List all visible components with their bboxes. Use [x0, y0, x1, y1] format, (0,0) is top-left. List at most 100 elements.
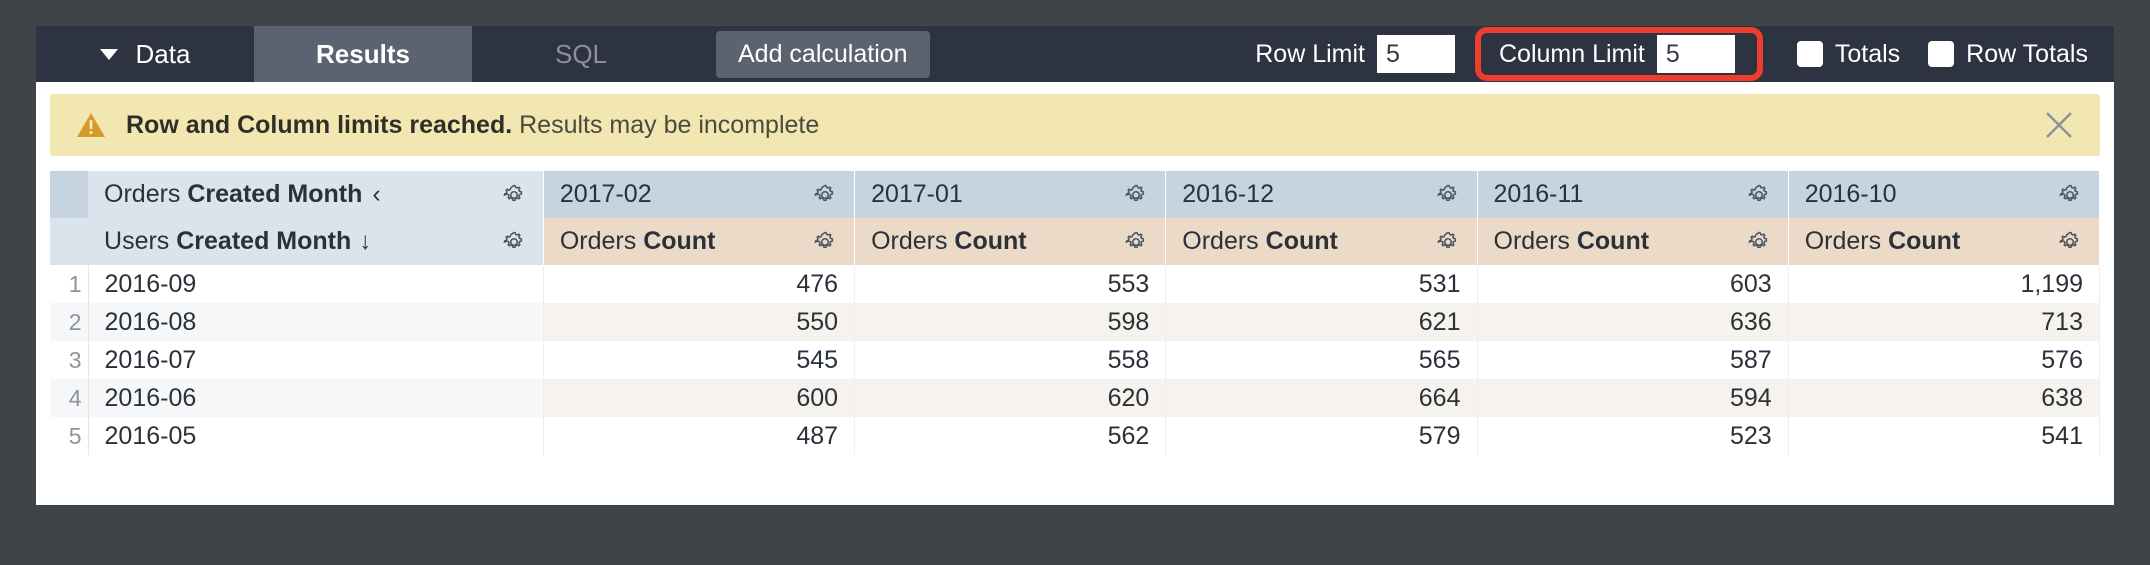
row-limit-input[interactable]	[1377, 35, 1455, 73]
pivot-column-header[interactable]: 2017-01	[855, 171, 1166, 218]
gear-icon[interactable]	[501, 182, 527, 208]
cell-value[interactable]: 553	[855, 265, 1166, 303]
row-dimension-value[interactable]: 2016-09	[88, 265, 543, 303]
gear-icon[interactable]	[1123, 229, 1149, 255]
totals-checkbox[interactable]	[1797, 41, 1823, 67]
gear-icon[interactable]	[1746, 229, 1772, 255]
cell-value[interactable]: 587	[1477, 341, 1788, 379]
measure-prefix: Orders	[1182, 227, 1265, 255]
column-limit-highlight: Column Limit	[1475, 27, 1763, 81]
results-toolbar: Data Results SQL Add calculation Row Lim…	[36, 26, 2114, 82]
table-row[interactable]: 3 2016-07 545 558 565 587 576	[50, 341, 2100, 379]
measure-header-text: Orders Count	[1494, 227, 1650, 256]
gear-icon[interactable]	[501, 229, 527, 255]
cell-value[interactable]: 562	[855, 417, 1166, 455]
cell-value[interactable]: 545	[543, 341, 854, 379]
gear-icon[interactable]	[2057, 229, 2083, 255]
measure-bold: Count	[1577, 227, 1649, 255]
tab-results[interactable]: Results	[254, 26, 472, 82]
gear-icon[interactable]	[812, 229, 838, 255]
cell-value[interactable]: 638	[1788, 379, 2099, 417]
measure-header-text: Orders Count	[560, 227, 716, 256]
measure-header[interactable]: Orders Count	[543, 218, 854, 265]
cell-value[interactable]: 476	[543, 265, 854, 303]
banner-message-rest: Results may be incomplete	[512, 111, 819, 139]
pivot-column-label: 2016-10	[1805, 180, 1897, 209]
measure-header[interactable]: Orders Count	[1788, 218, 2099, 265]
cell-value[interactable]: 523	[1477, 417, 1788, 455]
measure-header-row: Users Created Month↓ Orders Count Orders…	[50, 218, 2100, 265]
table-row[interactable]: 2 2016-08 550 598 621 636 713	[50, 303, 2100, 341]
pivot-column-header[interactable]: 2017-02	[543, 171, 854, 218]
row-dimension-value[interactable]: 2016-06	[88, 379, 543, 417]
table-row[interactable]: 4 2016-06 600 620 664 594 638	[50, 379, 2100, 417]
row-limit-label: Row Limit	[1255, 40, 1365, 69]
gear-icon[interactable]	[1746, 182, 1772, 208]
table-row[interactable]: 5 2016-05 487 562 579 523 541	[50, 417, 2100, 455]
results-grid: Orders Created Month‹ 2017-02 2017-01	[50, 170, 2100, 455]
pivot-column-header[interactable]: 2016-12	[1166, 171, 1477, 218]
row-number: 2	[50, 303, 88, 341]
row-totals-checkbox[interactable]	[1928, 41, 1954, 67]
gear-icon[interactable]	[812, 182, 838, 208]
measure-header-text: Orders Count	[871, 227, 1027, 256]
measure-header-text: Orders Count	[1805, 227, 1961, 256]
cell-value[interactable]: 594	[1477, 379, 1788, 417]
add-calculation-button[interactable]: Add calculation	[716, 31, 930, 78]
cell-value[interactable]: 541	[1788, 417, 2099, 455]
gear-icon[interactable]	[1435, 182, 1461, 208]
column-limit-input[interactable]	[1657, 35, 1735, 73]
cell-value[interactable]: 600	[543, 379, 854, 417]
table-header: Orders Created Month‹ 2017-02 2017-01	[50, 171, 2100, 265]
sort-descending-icon[interactable]: ↓	[359, 228, 371, 256]
table-body: 1 2016-09 476 553 531 603 1,199 2 2016-0…	[50, 265, 2100, 455]
toolbar-right-controls: Row Limit Column Limit Totals Row Totals	[1241, 26, 2114, 82]
measure-bold: Count	[643, 227, 715, 255]
cell-value[interactable]: 636	[1477, 303, 1788, 341]
cell-value[interactable]: 603	[1477, 265, 1788, 303]
measure-prefix: Orders	[1805, 227, 1888, 255]
cell-value[interactable]: 576	[1788, 341, 2099, 379]
cell-value[interactable]: 579	[1166, 417, 1477, 455]
pivot-column-label: 2017-02	[560, 180, 652, 209]
cell-value[interactable]: 664	[1166, 379, 1477, 417]
cell-value[interactable]: 550	[543, 303, 854, 341]
row-dimension-header[interactable]: Users Created Month↓	[88, 218, 543, 265]
measure-header[interactable]: Orders Count	[1477, 218, 1788, 265]
totals-checkbox-group[interactable]: Totals	[1797, 40, 1900, 69]
cell-value[interactable]: 713	[1788, 303, 2099, 341]
row-number: 1	[50, 265, 88, 303]
cell-value[interactable]: 621	[1166, 303, 1477, 341]
close-icon[interactable]	[2044, 110, 2074, 140]
cell-value[interactable]: 487	[543, 417, 854, 455]
pivot-dimension-header[interactable]: Orders Created Month‹	[88, 171, 543, 218]
pivot-column-header[interactable]: 2016-11	[1477, 171, 1788, 218]
row-dimension-value[interactable]: 2016-05	[88, 417, 543, 455]
gear-icon[interactable]	[1123, 182, 1149, 208]
cell-value[interactable]: 558	[855, 341, 1166, 379]
tab-data[interactable]: Data	[36, 26, 254, 82]
row-dimension-value[interactable]: 2016-08	[88, 303, 543, 341]
row-dimension-value[interactable]: 2016-07	[88, 341, 543, 379]
chevron-left-icon[interactable]: ‹	[372, 180, 380, 209]
gear-icon[interactable]	[2057, 182, 2083, 208]
row-dimension-prefix: Users	[104, 227, 176, 255]
header-gutter	[50, 218, 88, 265]
cell-value[interactable]: 531	[1166, 265, 1477, 303]
tab-sql[interactable]: SQL	[472, 26, 690, 82]
cell-value[interactable]: 620	[855, 379, 1166, 417]
measure-header[interactable]: Orders Count	[1166, 218, 1477, 265]
gear-icon[interactable]	[1435, 229, 1461, 255]
cell-value[interactable]: 598	[855, 303, 1166, 341]
table-row[interactable]: 1 2016-09 476 553 531 603 1,199	[50, 265, 2100, 303]
measure-bold: Count	[1888, 227, 1960, 255]
cell-value[interactable]: 1,199	[1788, 265, 2099, 303]
banner-message: Row and Column limits reached. Results m…	[126, 111, 819, 140]
pivot-column-header[interactable]: 2016-10	[1788, 171, 2099, 218]
measure-header[interactable]: Orders Count	[855, 218, 1166, 265]
measure-prefix: Orders	[871, 227, 954, 255]
column-limit-label: Column Limit	[1499, 40, 1645, 69]
banner-message-strong: Row and Column limits reached.	[126, 111, 512, 139]
row-totals-checkbox-group[interactable]: Row Totals	[1928, 40, 2088, 69]
cell-value[interactable]: 565	[1166, 341, 1477, 379]
